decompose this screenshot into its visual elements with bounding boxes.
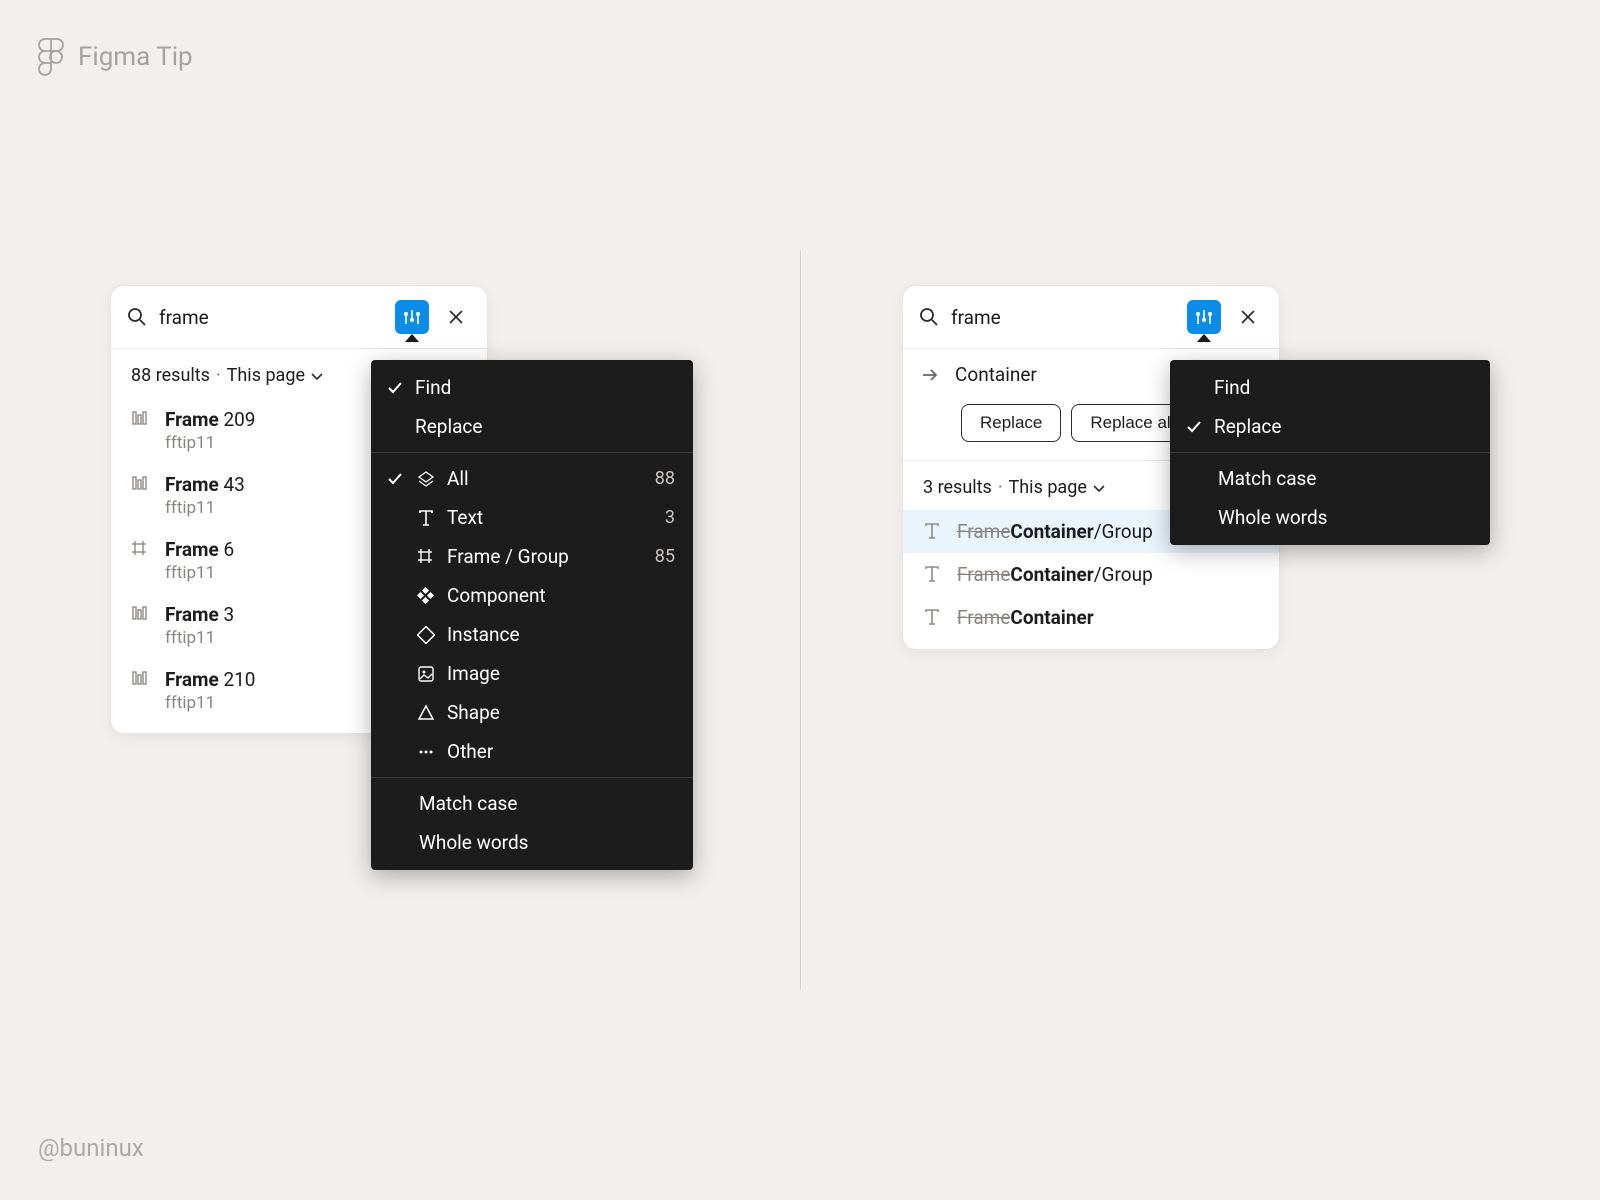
search-icon [127,307,147,327]
page-title: Figma Tip [78,42,193,72]
result-title: Frame 209 [165,408,255,431]
menu-option-match-case[interactable]: Match case [371,784,693,823]
result-title: FrameContainer/Group [957,520,1153,543]
close-button[interactable] [1233,302,1263,332]
menu-divider [371,452,693,453]
layers-icon [415,470,437,488]
menu-divider [1170,452,1490,453]
result-title: FrameContainer/Group [957,563,1153,586]
text-icon [923,565,943,585]
frame-icon [415,548,437,566]
arrow-right-icon [921,366,939,384]
menu-item-find[interactable]: Find [1170,368,1490,407]
results-count: 88 results [131,365,210,386]
menu-option-whole-words[interactable]: Whole words [1170,498,1490,537]
page-header: Figma Tip [38,38,193,76]
check-icon [385,471,405,487]
replace-filter-menu: FindReplace Match caseWhole words [1170,360,1490,545]
menu-filter-frame-group[interactable]: Frame / Group85 [371,537,693,576]
result-title: Frame 6 [165,538,234,561]
menu-filter-other[interactable]: Other [371,732,693,771]
menu-item-replace[interactable]: Replace [1170,407,1490,446]
frame-icon [131,540,151,560]
search-icon [919,307,939,327]
bars-icon [131,670,151,690]
menu-filter-text[interactable]: Text3 [371,498,693,537]
search-row: frame [111,286,487,349]
find-filter-menu: FindReplace All88 Text3 Frame / Group85 … [371,360,693,870]
menu-option-match-case[interactable]: Match case [1170,459,1490,498]
instance-icon [415,626,437,644]
result-title: Frame 210 [165,668,255,691]
scope-selector[interactable]: This page [1009,477,1106,498]
menu-filter-shape[interactable]: Shape [371,693,693,732]
footer-credit: @buninux [38,1134,144,1162]
result-subtitle: fftip11 [165,433,255,453]
menu-item-replace[interactable]: Replace [371,407,693,446]
filter-button[interactable] [1187,300,1221,334]
search-input[interactable]: frame [951,306,1175,329]
result-subtitle: fftip11 [165,693,255,713]
bars-icon [131,605,151,625]
result-subtitle: fftip11 [165,628,234,648]
text-icon [923,608,943,628]
image-icon [415,665,437,683]
menu-item-find[interactable]: Find [371,368,693,407]
result-title: Frame 3 [165,603,234,626]
figma-icon [38,38,64,76]
filter-button[interactable] [395,300,429,334]
check-icon [385,380,405,396]
result-title: FrameContainer [957,606,1094,629]
menu-option-whole-words[interactable]: Whole words [371,823,693,862]
menu-filter-instance[interactable]: Instance [371,615,693,654]
dots-icon [415,743,437,761]
result-item[interactable]: FrameContainer/Group [903,553,1279,596]
results-count: 3 results [923,477,992,498]
close-button[interactable] [441,302,471,332]
component-icon [415,587,437,605]
replace-button[interactable]: Replace [961,404,1061,442]
result-item[interactable]: FrameContainer [903,596,1279,639]
text-icon [923,522,943,542]
search-input[interactable]: frame [159,306,383,329]
bars-icon [131,410,151,430]
scope-selector[interactable]: This page [227,365,324,386]
vertical-divider [800,250,801,990]
result-subtitle: fftip11 [165,498,245,518]
result-subtitle: fftip11 [165,563,234,583]
text-icon [415,509,437,527]
check-icon [1184,419,1204,435]
replace-input[interactable]: Container [955,363,1037,386]
shape-icon [415,704,437,722]
menu-divider [371,777,693,778]
bars-icon [131,475,151,495]
result-title: Frame 43 [165,473,245,496]
menu-filter-component[interactable]: Component [371,576,693,615]
menu-filter-image[interactable]: Image [371,654,693,693]
menu-filter-all[interactable]: All88 [371,459,693,498]
search-row: frame [903,286,1279,349]
